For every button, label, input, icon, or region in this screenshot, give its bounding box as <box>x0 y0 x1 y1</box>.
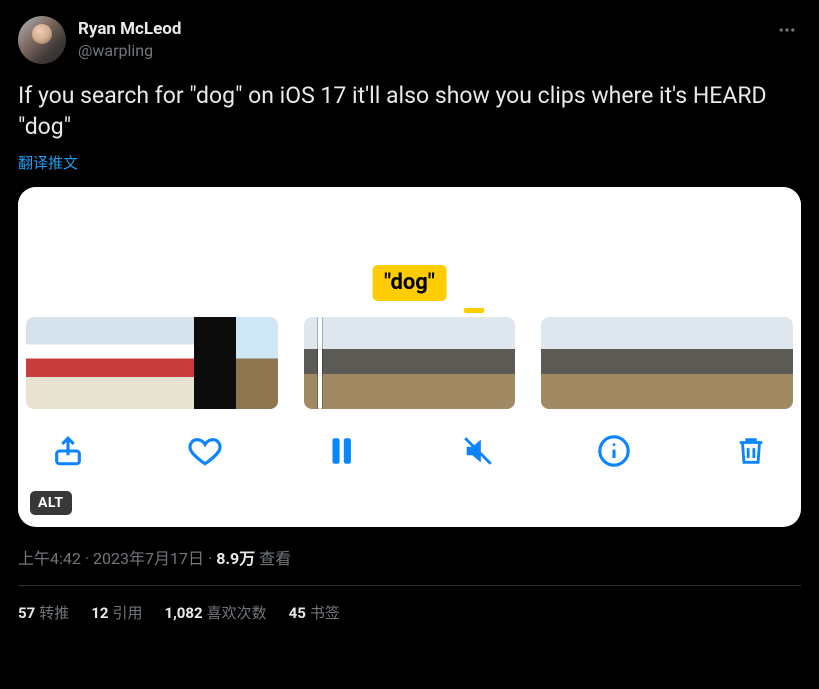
divider <box>18 585 801 586</box>
media-card[interactable]: "dog" <box>18 187 801 527</box>
tweet-time[interactable]: 上午4:42 <box>18 549 81 568</box>
clip-frame <box>152 317 194 409</box>
search-keyword-pill: "dog" <box>372 265 447 301</box>
translate-link[interactable]: 翻译推文 <box>18 152 78 173</box>
bookmarks-stat[interactable]: 45书签 <box>289 602 340 623</box>
media-toolbar <box>18 409 801 481</box>
clip-group[interactable] <box>26 317 278 409</box>
alt-badge[interactable]: ALT <box>30 491 72 515</box>
clip-frame <box>194 317 236 409</box>
clip-frame <box>304 317 346 409</box>
quotes-count: 12 <box>91 604 108 622</box>
avatar[interactable] <box>18 16 66 64</box>
quotes-stat[interactable]: 12引用 <box>91 602 142 623</box>
pause-icon[interactable] <box>321 431 361 471</box>
handle[interactable]: @warpling <box>78 41 181 61</box>
clip-frame <box>541 317 583 409</box>
clip-frame <box>709 317 751 409</box>
mute-icon[interactable] <box>458 431 498 471</box>
clip-frame <box>667 317 709 409</box>
clip-frame <box>751 317 793 409</box>
tweet-container: Ryan McLeod @warpling If you search for … <box>0 0 819 635</box>
clip-group[interactable] <box>304 317 514 409</box>
likes-count: 1,082 <box>164 604 202 622</box>
heart-icon[interactable] <box>185 431 225 471</box>
bookmarks-label: 书签 <box>310 604 340 622</box>
author-block[interactable]: Ryan McLeod @warpling <box>18 16 181 64</box>
clip-frame <box>26 317 68 409</box>
display-name[interactable]: Ryan McLeod <box>78 19 181 40</box>
info-icon[interactable] <box>594 431 634 471</box>
tweet-header: Ryan McLeod @warpling <box>18 16 801 64</box>
clip-frame <box>431 317 473 409</box>
video-timeline[interactable] <box>18 317 801 409</box>
playhead-tick <box>464 308 484 313</box>
media-preview-area: "dog" <box>18 187 801 317</box>
views-label: 查看 <box>259 549 291 568</box>
clip-frame <box>110 317 152 409</box>
more-icon[interactable] <box>773 16 801 48</box>
bookmarks-count: 45 <box>289 604 306 622</box>
likes-stat[interactable]: 1,082 喜欢次数 <box>164 602 266 623</box>
clip-frame <box>68 317 110 409</box>
trash-icon[interactable] <box>731 431 771 471</box>
clip-group[interactable] <box>541 317 793 409</box>
tweet-text: If you search for "dog" on iOS 17 it'll … <box>18 80 801 142</box>
clip-frame <box>583 317 625 409</box>
retweets-count: 57 <box>18 604 35 622</box>
retweets-stat[interactable]: 57转推 <box>18 602 69 623</box>
retweets-label: 转推 <box>39 604 69 622</box>
author-names: Ryan McLeod @warpling <box>78 19 181 60</box>
clip-frame <box>346 317 388 409</box>
clip-frame <box>473 317 515 409</box>
tweet-date[interactable]: 2023年7月17日 <box>93 549 204 568</box>
share-icon[interactable] <box>48 431 88 471</box>
tweet-meta: 上午4:42·2023年7月17日·8.9万 查看 <box>18 545 801 569</box>
clip-frame <box>625 317 667 409</box>
stats-row: 57转推 12引用 1,082 喜欢次数 45书签 <box>18 602 801 623</box>
views-count[interactable]: 8.9万 <box>216 549 255 568</box>
clip-frame <box>388 317 430 409</box>
likes-label: 喜欢次数 <box>207 604 267 622</box>
quotes-label: 引用 <box>112 604 142 622</box>
clip-frame <box>236 317 278 409</box>
